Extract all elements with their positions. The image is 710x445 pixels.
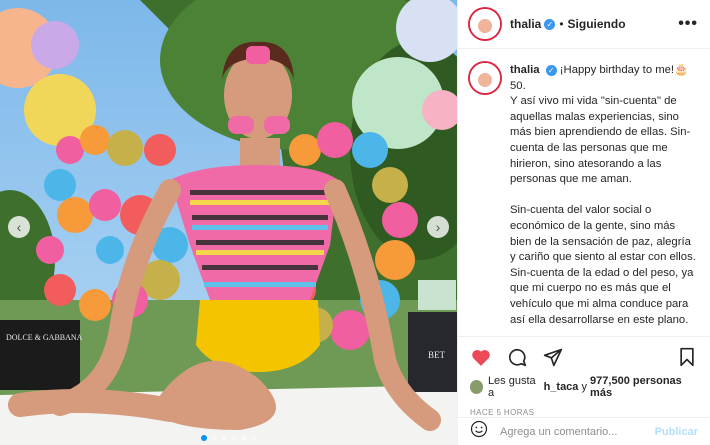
- share-icon[interactable]: [542, 346, 564, 368]
- photo-illustration: DOLCE & GABBANA BET: [0, 0, 457, 445]
- comment-icon[interactable]: [506, 346, 528, 368]
- likes-middle: y: [581, 381, 587, 393]
- caption-username[interactable]: thalia: [510, 64, 540, 76]
- caption-body: ¡Happy birthday to me!🎂 50. Y así vivo m…: [510, 64, 696, 326]
- carousel-dot: [220, 435, 227, 441]
- publish-button[interactable]: Publicar: [655, 426, 698, 438]
- comment-input[interactable]: [500, 425, 655, 438]
- emoji-icon[interactable]: [470, 420, 488, 443]
- likes-line: Les gusta a h_taca y 977,500 personas má…: [470, 375, 698, 399]
- post-timestamp[interactable]: HACE 5 HORAS: [470, 408, 698, 417]
- carousel-dot: [240, 435, 247, 441]
- carousel-dot: [200, 435, 207, 441]
- post-header: thalia ✓ • Siguiendo •••: [458, 0, 710, 49]
- chevron-right-icon: ›: [435, 219, 441, 235]
- carousel-next-button[interactable]: ›: [427, 216, 449, 238]
- carousel-dot: [230, 435, 237, 441]
- verified-icon: ✓: [545, 64, 557, 76]
- comment-bar: Publicar: [458, 417, 710, 445]
- caption: thalia ✓ ¡Happy birthday to me!🎂 50. Y a…: [510, 63, 698, 335]
- bag-brand-right: BET: [428, 350, 446, 360]
- caption-section: thalia ✓ ¡Happy birthday to me!🎂 50. Y a…: [458, 49, 710, 335]
- chevron-left-icon: ‹: [16, 219, 22, 235]
- post-photo[interactable]: DOLCE & GABBANA BET ‹ ›: [0, 0, 457, 445]
- likes-count[interactable]: 977,500 personas más: [590, 375, 698, 399]
- heart-icon[interactable]: [470, 346, 492, 368]
- avatar[interactable]: [470, 63, 500, 93]
- carousel-indicator: [0, 435, 457, 441]
- header-username[interactable]: thalia: [510, 17, 541, 31]
- likes-prefix: Les gusta a: [487, 375, 536, 399]
- carousel-dot: [210, 435, 217, 441]
- verified-icon: ✓: [544, 18, 556, 30]
- post-actions: Les gusta a h_taca y 977,500 personas má…: [458, 336, 710, 417]
- post-side-panel: thalia ✓ • Siguiendo ••• thalia ✓ ¡Happy…: [457, 0, 710, 445]
- bag-brand-left: DOLCE & GABBANA: [6, 333, 83, 342]
- avatar: [470, 380, 483, 394]
- bookmark-icon[interactable]: [676, 346, 698, 368]
- avatar[interactable]: [470, 9, 500, 39]
- action-icons: [470, 343, 698, 371]
- carousel-prev-button[interactable]: ‹: [8, 216, 30, 238]
- header-separator: •: [559, 17, 564, 31]
- more-icon[interactable]: •••: [678, 15, 698, 33]
- following-button[interactable]: Siguiendo: [568, 17, 626, 31]
- likes-user[interactable]: h_taca: [544, 381, 579, 393]
- carousel-dot: [250, 435, 257, 441]
- instagram-post: DOLCE & GABBANA BET ‹ › thalia ✓ • Sigui…: [0, 0, 710, 445]
